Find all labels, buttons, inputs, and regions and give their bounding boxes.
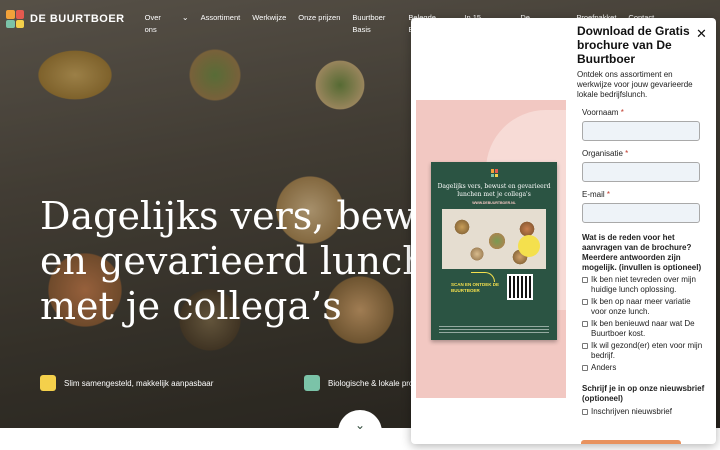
email-field[interactable] bbox=[582, 203, 700, 223]
first-name-label: Voornaam * bbox=[582, 108, 705, 117]
hero-headline-line-3: met je collega’s bbox=[40, 284, 342, 328]
logo-mark-icon bbox=[6, 10, 24, 28]
required-marker: * bbox=[625, 149, 629, 158]
field-label-text: Voornaam bbox=[582, 108, 619, 117]
checkbox-icon[interactable] bbox=[582, 409, 588, 415]
nav-item[interactable]: Buurtboer Basis bbox=[346, 10, 402, 50]
brochure-image: Dagelijks vers, bewust en gevarieerd lun… bbox=[431, 162, 557, 340]
brand-logo[interactable]: DE BUURTBOER bbox=[6, 10, 125, 28]
puzzle-icon bbox=[40, 375, 56, 391]
required-marker: * bbox=[606, 190, 611, 199]
newsletter-checkbox[interactable]: Inschrijven nieuwsbrief bbox=[582, 407, 705, 417]
nav-item[interactable]: Assortiment bbox=[195, 10, 247, 50]
reason-label: Anders bbox=[591, 363, 617, 372]
first-name-field[interactable] bbox=[582, 121, 700, 141]
nav-item[interactable]: Onze prijzen bbox=[292, 10, 346, 50]
brochure-url: WWW.DEBUURTBOER.NL bbox=[472, 201, 516, 205]
modal-title: Download de Gratis brochure van De Buurt… bbox=[577, 24, 690, 66]
scroll-down-button[interactable]: ⌄ bbox=[338, 410, 382, 450]
newsletter-title: Schrijf je in op onze nieuwsbrief (optio… bbox=[582, 384, 705, 403]
reason-question: Wat is de reden voor het aanvragen van d… bbox=[582, 233, 702, 272]
brochure-title: Dagelijks vers, bewust en gevarieerd lun… bbox=[437, 183, 551, 198]
required-marker: * bbox=[620, 108, 624, 117]
reason-label: Ik ben op naar meer variatie voor onze l… bbox=[591, 297, 691, 316]
usp-label: Slim samengesteld, makkelijk aanpasbaar bbox=[64, 378, 214, 388]
reason-checkbox[interactable]: Anders bbox=[582, 363, 705, 373]
newsletter-label: Inschrijven nieuwsbrief bbox=[591, 407, 672, 416]
reason-checkbox[interactable]: Ik ben benieuwd naar wat De Buurtboer ko… bbox=[582, 319, 705, 339]
nav-item[interactable]: Werkwijze bbox=[246, 10, 292, 50]
reason-label: Ik wil gezond(er) eten voor mijn bedrijf… bbox=[591, 341, 703, 360]
checkbox-icon[interactable] bbox=[582, 365, 588, 371]
reason-checkbox[interactable]: Ik ben op naar meer variatie voor onze l… bbox=[582, 297, 705, 317]
field-label-text: Organisatie bbox=[582, 149, 623, 158]
nav-item-label: Assortiment bbox=[200, 13, 241, 22]
reason-label: Ik ben niet tevreden over mijn huidige l… bbox=[591, 275, 696, 294]
brochure-modal: Dagelijks vers, bewust en gevarieerd lun… bbox=[411, 18, 716, 444]
checkbox-icon[interactable] bbox=[582, 343, 588, 349]
chevron-down-icon: ⌄ bbox=[181, 13, 189, 22]
brochure-photo bbox=[442, 209, 546, 269]
submit-button[interactable] bbox=[581, 440, 681, 444]
nav-item-label: Werkwijze bbox=[252, 13, 287, 22]
checkbox-icon[interactable] bbox=[582, 299, 588, 305]
reason-label: Ik ben benieuwd naar wat De Buurtboer ko… bbox=[591, 319, 695, 338]
nav-item[interactable]: Over ons ⌄ bbox=[139, 10, 195, 50]
hero-headline-line-2: en gevarieerd lunchen bbox=[40, 239, 474, 283]
email-label: E-mail * bbox=[582, 190, 705, 199]
field-label-text: E-mail bbox=[582, 190, 605, 199]
brand-name: DE BUURTBOER bbox=[30, 13, 125, 25]
checkbox-icon[interactable] bbox=[582, 321, 588, 327]
leaf-icon bbox=[304, 375, 320, 391]
nav-item-label: Buurtboer Basis bbox=[352, 13, 386, 34]
brochure-footer bbox=[439, 326, 549, 334]
brochure-logo-icon bbox=[490, 169, 498, 177]
modal-subtitle: Ontdek ons assortiment en werkwijze voor… bbox=[577, 70, 693, 99]
arrow-icon bbox=[471, 272, 495, 282]
chevron-down-icon: ⌄ bbox=[354, 418, 366, 432]
organization-field[interactable] bbox=[582, 162, 700, 182]
organization-label: Organisatie * bbox=[582, 149, 705, 158]
brochure-sticker bbox=[518, 235, 540, 257]
nav-item-label: Over ons bbox=[144, 13, 161, 34]
brochure-scan-text: SCAN EN ONTDEK DE BUURTBOER bbox=[451, 282, 500, 293]
qr-code-icon bbox=[507, 274, 533, 300]
reason-checkbox[interactable]: Ik wil gezond(er) eten voor mijn bedrijf… bbox=[582, 341, 705, 361]
checkbox-icon[interactable] bbox=[582, 277, 588, 283]
hero-headline-line-1: Dagelijks vers, bewust bbox=[40, 194, 475, 238]
nav-item-label: Onze prijzen bbox=[298, 13, 341, 22]
hero-headline: Dagelijks vers, bewust en gevarieerd lun… bbox=[40, 194, 475, 329]
brochure-form: Download de Gratis brochure van De Buurt… bbox=[577, 24, 705, 417]
usp-item: Slim samengesteld, makkelijk aanpasbaar bbox=[40, 375, 213, 391]
reason-checkbox[interactable]: Ik ben niet tevreden over mijn huidige l… bbox=[582, 275, 705, 295]
brochure-preview-panel: Dagelijks vers, bewust en gevarieerd lun… bbox=[416, 100, 566, 398]
